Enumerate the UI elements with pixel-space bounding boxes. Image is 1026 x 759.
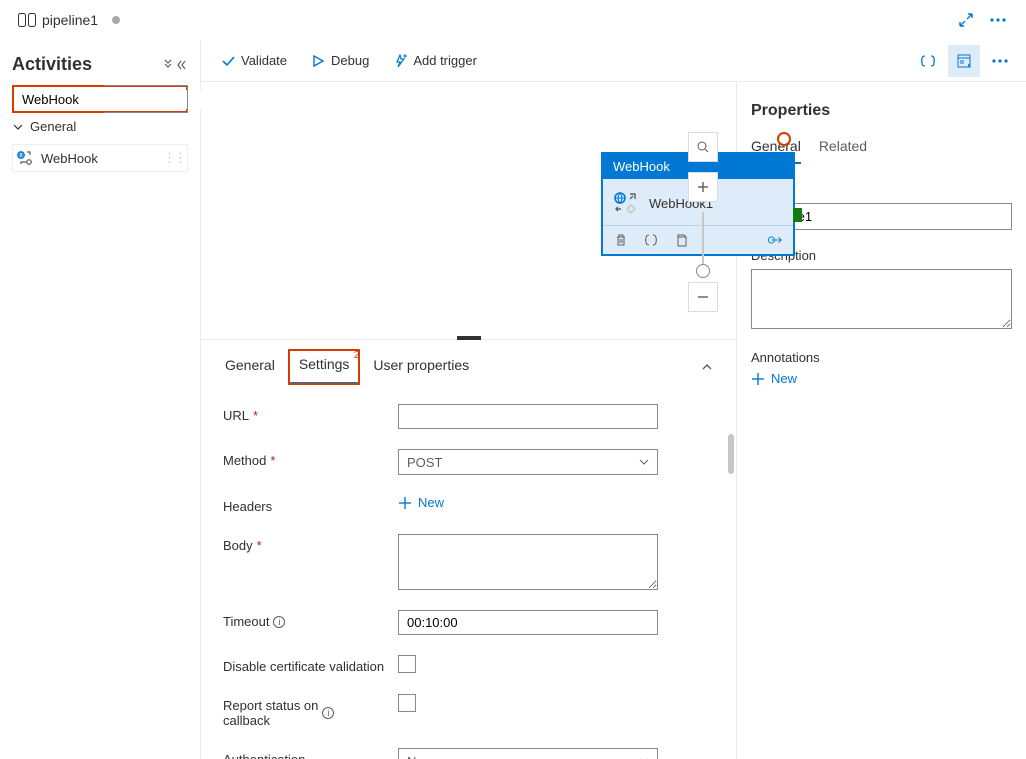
info-icon[interactable]: i bbox=[322, 707, 334, 719]
tab-settings[interactable]: Settings 2 bbox=[289, 350, 360, 384]
drag-grip-icon: ⋮⋮ bbox=[163, 150, 185, 166]
collapse-panel-icon[interactable] bbox=[176, 59, 188, 71]
activities-search[interactable] bbox=[12, 85, 188, 113]
add-annotation-label: New bbox=[771, 371, 797, 386]
report-status-label: Report status oncallback i bbox=[223, 694, 398, 728]
activities-heading: Activities bbox=[12, 54, 188, 75]
collapse-all-icon[interactable] bbox=[162, 59, 174, 71]
node-output-icon[interactable] bbox=[767, 232, 783, 248]
debug-label: Debug bbox=[331, 53, 369, 68]
json-view-button[interactable] bbox=[912, 45, 944, 77]
webhook-node-icon bbox=[613, 191, 639, 215]
disable-cert-label: Disable certificate validation bbox=[223, 655, 398, 674]
pipeline-tab[interactable]: pipeline1 bbox=[12, 12, 126, 28]
more-actions-icon[interactable] bbox=[982, 12, 1014, 28]
disable-cert-checkbox[interactable] bbox=[398, 655, 416, 673]
delete-node-icon[interactable] bbox=[613, 232, 629, 248]
zoom-in-button[interactable] bbox=[688, 172, 718, 202]
zoom-slider[interactable] bbox=[702, 212, 704, 272]
prop-desc-input[interactable] bbox=[751, 269, 1012, 329]
method-value: POST bbox=[407, 455, 442, 470]
unsaved-dot-icon bbox=[112, 16, 120, 24]
add-annotation-button[interactable]: New bbox=[751, 371, 1012, 386]
panel-collapse-icon[interactable] bbox=[692, 356, 722, 378]
activities-category-general[interactable]: General bbox=[12, 113, 188, 140]
info-icon[interactable]: i bbox=[273, 616, 285, 628]
add-trigger-button[interactable]: Add trigger bbox=[383, 49, 487, 72]
pipeline-icon bbox=[18, 13, 36, 27]
tab-user-properties[interactable]: User properties bbox=[363, 351, 479, 383]
more-toolbar-icon[interactable] bbox=[984, 45, 1016, 77]
authentication-value: None bbox=[407, 754, 438, 759]
validate-button[interactable]: Validate bbox=[211, 49, 297, 72]
body-label: Body * bbox=[223, 534, 398, 553]
url-input[interactable] bbox=[398, 404, 658, 429]
chevron-down-icon bbox=[639, 457, 649, 467]
zoom-fit-button[interactable] bbox=[688, 132, 718, 162]
zoom-slider-thumb[interactable] bbox=[696, 264, 710, 278]
pipeline-tab-label: pipeline1 bbox=[42, 12, 98, 28]
activity-item-label: WebHook bbox=[41, 151, 98, 166]
activity-tabs: General Settings 2 User properties bbox=[201, 340, 736, 384]
category-label: General bbox=[30, 119, 76, 134]
settings-error-count: 2 bbox=[354, 350, 360, 361]
activity-item-webhook[interactable]: WebHook ⋮⋮ bbox=[12, 144, 188, 172]
pipeline-canvas[interactable]: WebHook WebHook1 bbox=[201, 82, 736, 339]
method-select[interactable]: POST bbox=[398, 449, 658, 475]
success-port[interactable] bbox=[793, 208, 802, 222]
canvas-zoom-controls bbox=[688, 132, 718, 322]
debug-button[interactable]: Debug bbox=[301, 49, 379, 72]
tab-general[interactable]: General bbox=[215, 351, 285, 383]
clone-node-icon[interactable] bbox=[673, 232, 689, 248]
activities-search-input[interactable] bbox=[18, 90, 202, 109]
properties-tab-related[interactable]: Related bbox=[819, 134, 867, 164]
pipeline-toolbar: Validate Debug Add trigger bbox=[201, 40, 1026, 82]
chevron-down-icon bbox=[12, 121, 24, 133]
report-status-checkbox[interactable] bbox=[398, 694, 416, 712]
activity-settings-panel: General Settings 2 User properties bbox=[201, 339, 736, 759]
node-json-icon[interactable] bbox=[643, 232, 659, 248]
panel-resize-handle[interactable] bbox=[457, 336, 481, 340]
add-trigger-label: Add trigger bbox=[413, 53, 477, 68]
validate-label: Validate bbox=[241, 53, 287, 68]
timeout-label: Timeout i bbox=[223, 610, 398, 629]
scrollbar[interactable] bbox=[728, 434, 734, 474]
timeout-input[interactable] bbox=[398, 610, 658, 635]
method-label: Method * bbox=[223, 449, 398, 468]
webhook-activity-icon bbox=[15, 149, 33, 167]
title-bar: pipeline1 bbox=[0, 0, 1026, 40]
properties-heading: Properties bbox=[751, 102, 1012, 120]
headers-label: Headers bbox=[223, 495, 398, 514]
properties-toggle-button[interactable] bbox=[948, 45, 980, 77]
body-input[interactable] bbox=[398, 534, 658, 590]
add-header-button[interactable]: New bbox=[398, 495, 444, 510]
activities-heading-label: Activities bbox=[12, 54, 92, 75]
add-header-label: New bbox=[418, 495, 444, 510]
validation-error-icon bbox=[777, 132, 791, 146]
url-label: URL * bbox=[223, 404, 398, 423]
expand-icon[interactable] bbox=[950, 6, 982, 34]
authentication-select[interactable]: None bbox=[398, 748, 658, 759]
activities-panel: Activities General bbox=[0, 40, 200, 759]
authentication-label: Authentication bbox=[223, 748, 398, 759]
zoom-out-button[interactable] bbox=[688, 282, 718, 312]
prop-annotations-label: Annotations bbox=[751, 350, 1012, 365]
